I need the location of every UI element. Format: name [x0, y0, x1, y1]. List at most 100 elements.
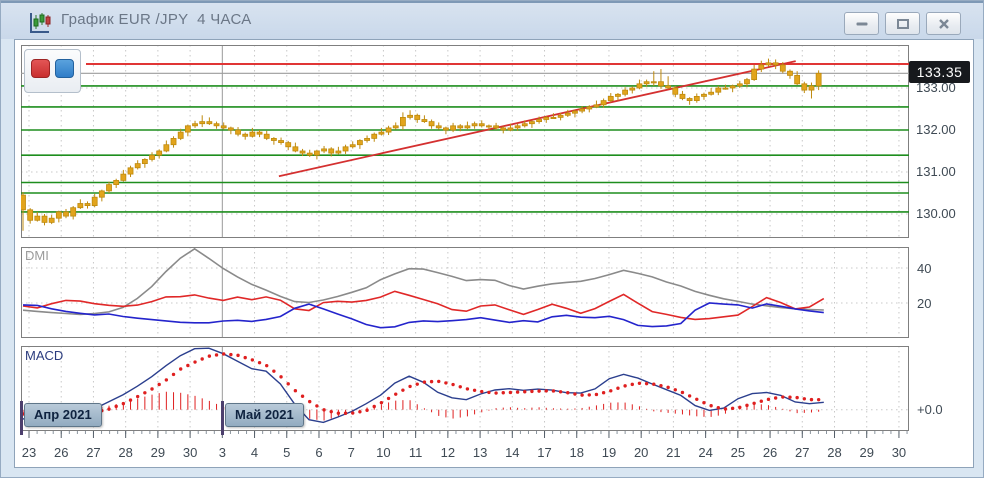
- candle-body: [85, 204, 90, 206]
- minimize-button[interactable]: [844, 12, 879, 35]
- candle-body: [336, 151, 341, 153]
- candle-body: [71, 208, 76, 216]
- price-axis-label: 130.00: [916, 206, 972, 221]
- candle-body: [286, 143, 291, 147]
- sell-button[interactable]: [31, 59, 50, 78]
- candle-body: [486, 126, 491, 127]
- candle-body: [551, 117, 556, 118]
- candle-body: [443, 128, 448, 130]
- candle-body: [680, 94, 685, 98]
- restore-button[interactable]: [885, 12, 920, 35]
- time-axis-label: 4: [251, 445, 258, 460]
- candle-body: [42, 216, 47, 222]
- time-axis-ticks: [21, 431, 910, 441]
- candle-body: [429, 122, 434, 126]
- candle-body: [243, 134, 248, 136]
- time-axis-label: 5: [283, 445, 290, 460]
- time-axis-label: 29: [151, 445, 165, 460]
- candle-body: [293, 147, 298, 151]
- candle-body: [501, 128, 506, 130]
- time-axis-label: 19: [602, 445, 616, 460]
- candle-body: [408, 115, 413, 117]
- close-button[interactable]: [926, 12, 961, 35]
- candle-body: [28, 210, 33, 221]
- candle-body: [35, 216, 40, 220]
- candle-body: [150, 155, 155, 159]
- candle-body: [644, 82, 649, 84]
- candle-body: [780, 65, 785, 71]
- candle-body: [257, 132, 262, 134]
- month-start-bar: [20, 401, 23, 435]
- candle-body: [537, 120, 542, 122]
- month-label: Апр 2021: [24, 403, 102, 427]
- candle-body: [787, 71, 792, 75]
- time-axis-label: 12: [441, 445, 455, 460]
- time-axis-label: 26: [54, 445, 68, 460]
- time-axis-label: 21: [666, 445, 680, 460]
- time-axis-label: 28: [827, 445, 841, 460]
- tick-marks: [21, 431, 907, 438]
- candle-body: [465, 126, 470, 128]
- candle-body: [773, 63, 778, 65]
- dmi-panel-title: DMI: [25, 248, 49, 263]
- candle-body: [185, 126, 190, 132]
- dmi-scale-20: 20: [917, 296, 931, 311]
- candle-body: [615, 94, 620, 96]
- candle-body: [357, 141, 362, 145]
- candle-body: [422, 120, 427, 122]
- candle-body: [92, 197, 97, 205]
- candle-body: [809, 86, 814, 90]
- candle-body: [558, 115, 563, 117]
- candle-body: [522, 124, 527, 126]
- candle-body: [372, 134, 377, 138]
- month-label: Май 2021: [225, 403, 304, 427]
- time-axis-label: 17: [537, 445, 551, 460]
- chart-window: График EUR /JPY 4 ЧАСА 133.00132.00131.0…: [0, 0, 984, 478]
- candle-body: [193, 124, 198, 126]
- time-axis-label: 30: [183, 445, 197, 460]
- candle-body: [64, 212, 69, 216]
- candle-body: [228, 128, 233, 130]
- candle-body: [737, 84, 742, 86]
- candle-body: [759, 65, 764, 69]
- candle-body: [673, 88, 678, 94]
- candle-body: [350, 145, 355, 147]
- dmi-indicator-panel[interactable]: [21, 247, 910, 339]
- candle-body: [752, 69, 757, 80]
- window-title: График EUR /JPY 4 ЧАСА: [61, 11, 252, 28]
- candle-body: [544, 117, 549, 119]
- candle-body: [379, 132, 384, 134]
- candle-body: [637, 84, 642, 88]
- candle-body: [157, 151, 162, 155]
- candle-body: [128, 168, 133, 174]
- candle-body: [816, 73, 821, 86]
- candle-body: [107, 185, 112, 191]
- time-axis-label: 18: [570, 445, 584, 460]
- time-axis-label: 11: [409, 445, 423, 460]
- macd-indicator-panel[interactable]: [21, 346, 910, 432]
- candle-body: [802, 84, 807, 90]
- time-axis-label: 28: [118, 445, 132, 460]
- buy-button[interactable]: [55, 59, 74, 78]
- title-bar[interactable]: График EUR /JPY 4 ЧАСА: [1, 3, 983, 39]
- candle-body: [329, 149, 334, 153]
- current-price-badge: 133.35: [909, 61, 970, 83]
- candle-body: [630, 88, 635, 90]
- candle-body: [723, 88, 728, 89]
- price-chart-panel[interactable]: [21, 45, 910, 239]
- candle-body: [393, 126, 398, 128]
- candle-body: [307, 153, 312, 155]
- candle-body: [207, 122, 212, 124]
- candle-body: [651, 82, 656, 83]
- candle-body: [56, 212, 61, 218]
- month-start-bar: [221, 401, 224, 435]
- dmi-scale-40: 40: [917, 261, 931, 276]
- candle-body: [608, 96, 613, 100]
- time-axis-label: 3: [219, 445, 226, 460]
- candle-body: [766, 63, 771, 65]
- price-axis-label: 131.00: [916, 164, 972, 179]
- time-axis-label: 20: [634, 445, 648, 460]
- time-axis-label: 13: [473, 445, 487, 460]
- time-axis-label: 7: [348, 445, 355, 460]
- candle-body: [178, 132, 183, 138]
